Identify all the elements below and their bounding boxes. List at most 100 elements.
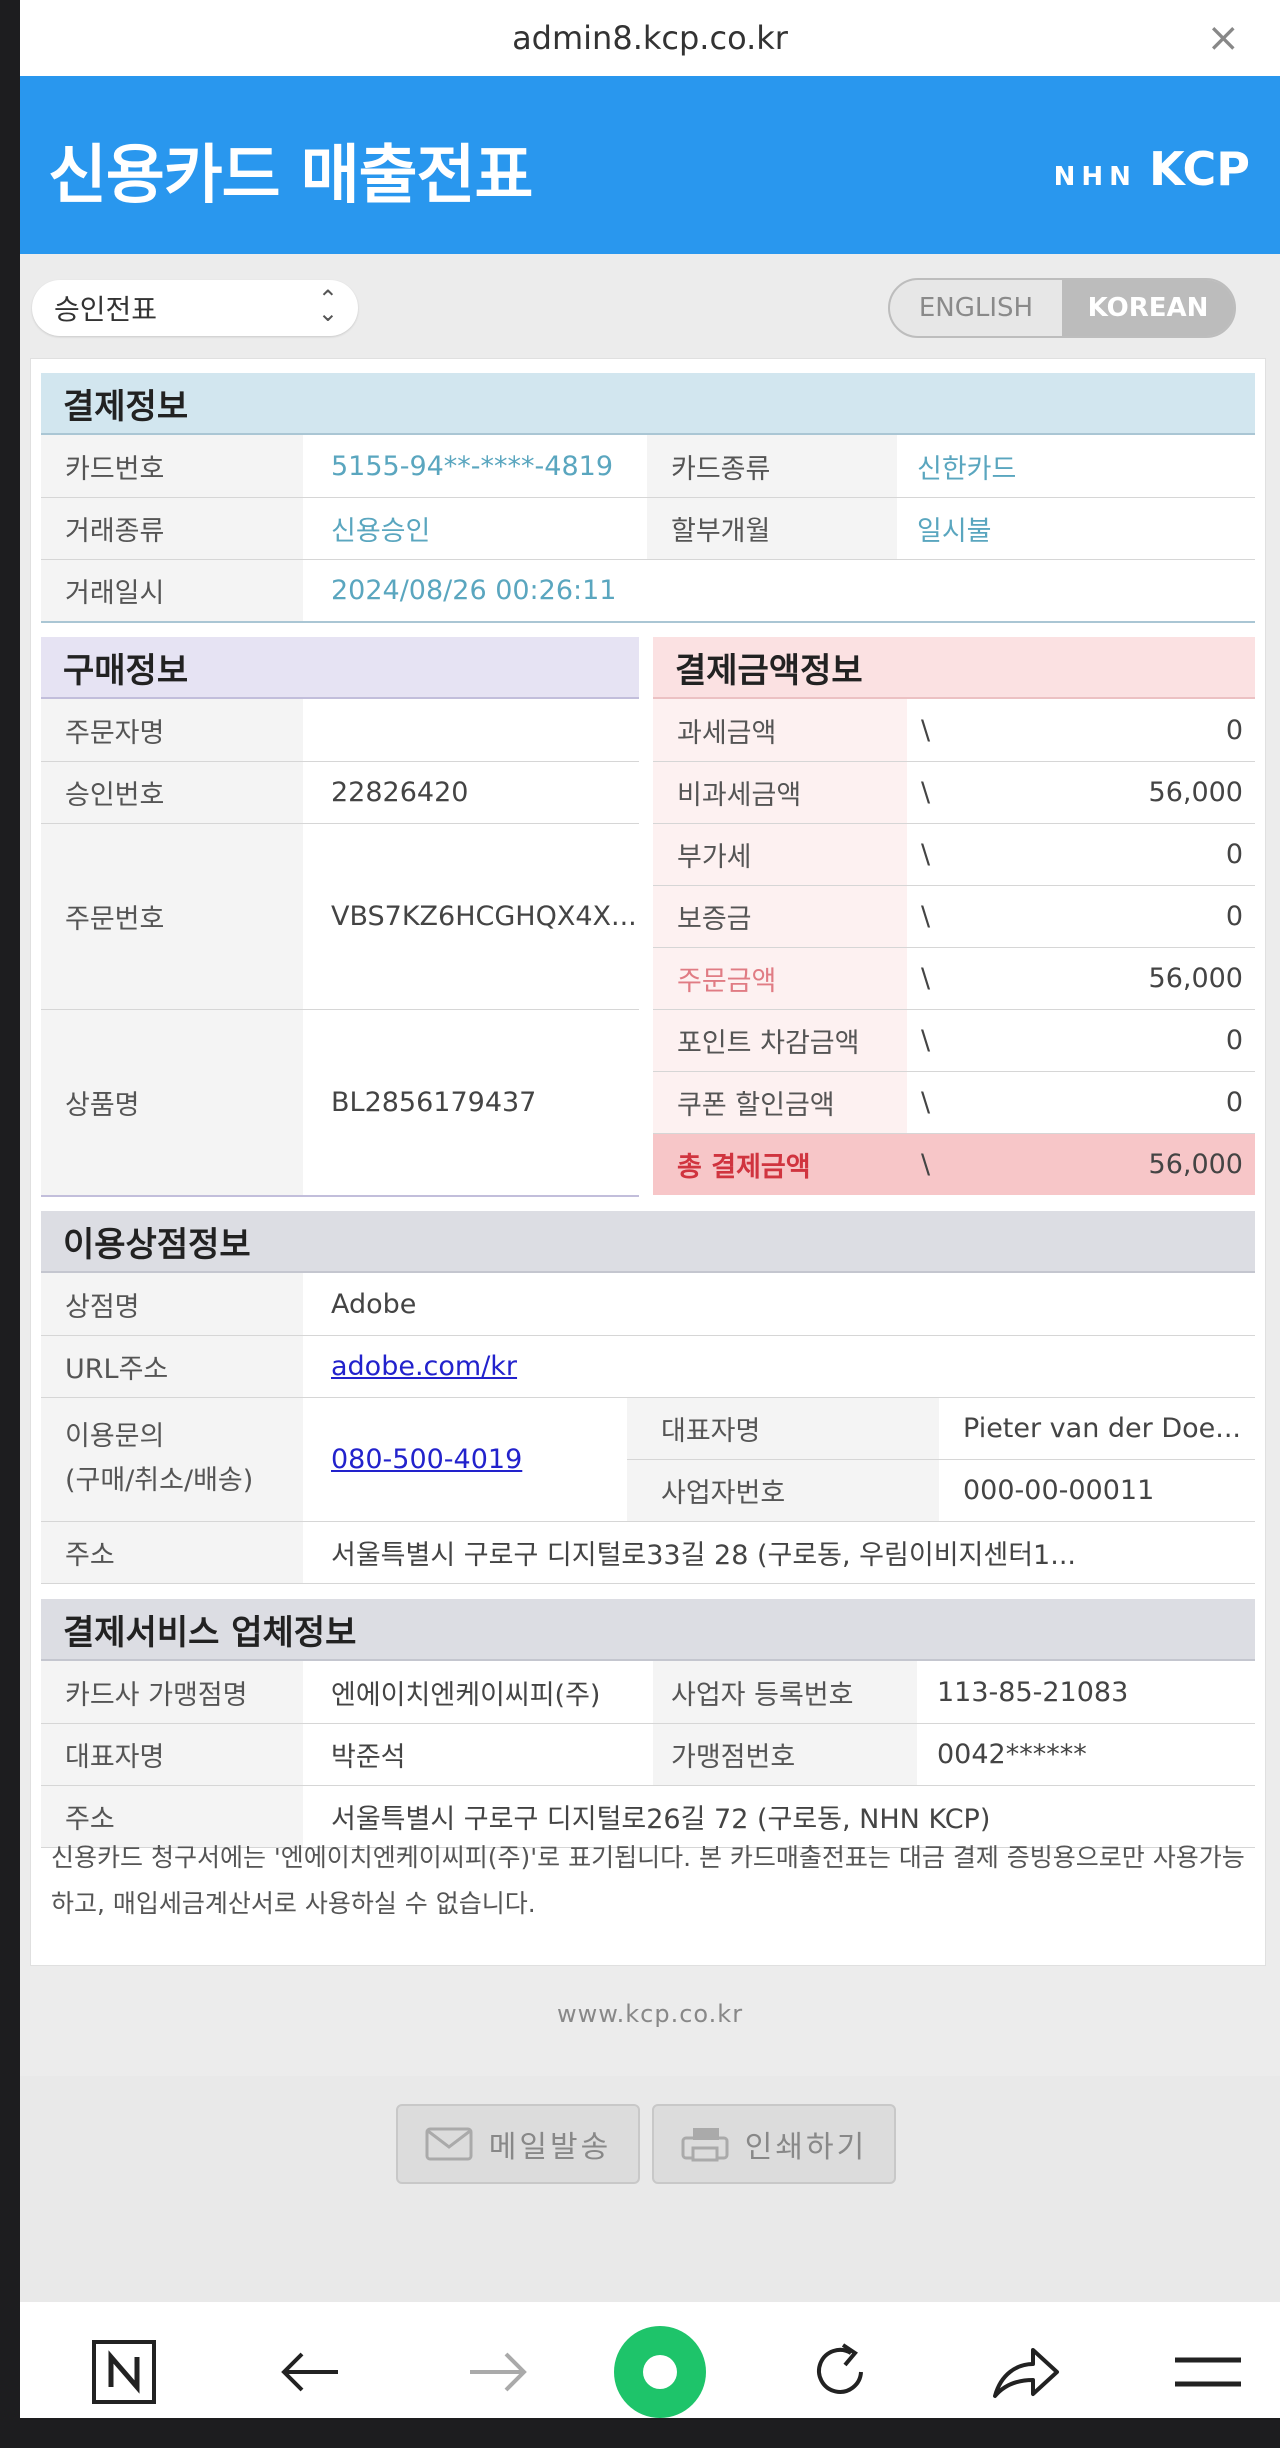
brand-logo: NHN KCP: [1054, 142, 1250, 196]
amount-row-value: 0: [1225, 838, 1243, 870]
pg-info-title: 결제서비스 업체정보: [41, 1599, 1255, 1661]
print-label: 인쇄하기: [744, 2130, 868, 2165]
receipt-type-value: 승인전표: [54, 293, 158, 326]
transaction-date-value: 2024/08/26 00:26:11: [331, 574, 617, 606]
url-text: admin8.kcp.co.kr: [512, 19, 788, 57]
ceo-label: 대표자명: [661, 1415, 761, 1447]
pg-merchant-label: 카드사 가맹점명: [65, 1679, 248, 1711]
amount-row-currency: \: [921, 962, 931, 994]
receipt-card: 결제정보 카드번호 5155-94**-****-4819 카드종류 신한카드 …: [30, 358, 1266, 1966]
amount-row-currency: \: [921, 776, 931, 808]
mail-icon: [425, 2127, 473, 2161]
amount-row-currency: \: [921, 1086, 931, 1118]
buyer-name-label: 주문자명: [65, 717, 165, 749]
pg-ceo-value: 박준석: [331, 1741, 406, 1773]
business-number-value: 000-00-00011: [963, 1474, 1155, 1506]
forward-arrow-icon[interactable]: [458, 2332, 538, 2412]
transaction-date-label: 거래일시: [65, 577, 165, 609]
contact-label: 이용문의 (구매/취소/배송): [65, 1397, 253, 1521]
updown-chevron-icon: ⌃ ⌄: [317, 285, 338, 327]
amount-row-label: 보증금: [677, 903, 752, 935]
window-edge: [0, 0, 20, 2448]
transaction-type-value: 신용승인: [331, 515, 431, 547]
total-currency: \: [921, 1148, 931, 1180]
send-mail-button[interactable]: 메일발송: [396, 2104, 640, 2184]
receipt-type-select[interactable]: 승인전표 ⌃ ⌄: [32, 280, 358, 336]
lang-korean-button[interactable]: KOREAN: [1062, 280, 1234, 336]
amount-row-value: 56,000: [1148, 962, 1243, 994]
bottom-edge: [0, 2418, 1280, 2448]
payment-info-title: 결제정보: [41, 373, 1255, 435]
close-icon[interactable]: ×: [1206, 14, 1240, 62]
purchase-info-title: 구매정보: [41, 637, 639, 699]
amount-row-label: 쿠폰 할인금액: [677, 1089, 835, 1121]
url-bar[interactable]: admin8.kcp.co.kr ×: [20, 0, 1280, 76]
amount-row-label: 부가세: [677, 841, 752, 873]
total-amount-value: 56,000: [1148, 1148, 1243, 1180]
installment-label: 할부개월: [671, 515, 771, 547]
language-toggle: ENGLISH KOREAN: [888, 278, 1236, 338]
merchant-address-label: 주소: [65, 1539, 115, 1571]
transaction-type-label: 거래종류: [65, 515, 165, 547]
amount-row-label: 비과세금액: [677, 779, 802, 811]
browser-frame: admin8.kcp.co.kr × 신용카드 매출전표 NHN KCP 승인전…: [20, 0, 1280, 2448]
menu-icon[interactable]: [1168, 2332, 1248, 2412]
card-type-value: 신한카드: [917, 453, 1017, 485]
shop-url-link[interactable]: adobe.com/kr: [331, 1351, 517, 1382]
naver-home-icon[interactable]: [84, 2332, 164, 2412]
order-number-label: 주문번호: [65, 903, 165, 935]
product-name-value: BL2856179437: [331, 1086, 537, 1118]
page-title: 신용카드 매출전표: [48, 139, 533, 213]
page-header: 신용카드 매출전표 NHN KCP: [20, 76, 1280, 254]
amount-row-value: 56,000: [1148, 776, 1243, 808]
approval-number-label: 승인번호: [65, 779, 165, 811]
contact-phone-link[interactable]: 080-500-4019: [331, 1444, 522, 1475]
business-number-label: 사업자번호: [661, 1477, 786, 1509]
card-number-label: 카드번호: [65, 453, 165, 485]
brand-nhn: NHN: [1053, 162, 1137, 192]
shop-name-value: Adobe: [331, 1288, 417, 1320]
order-number-value: VBS7KZ6HCGHQX4X...: [331, 900, 637, 932]
pg-reg-number-label: 사업자 등록번호: [671, 1679, 854, 1711]
pg-store-number-value: 0042******: [937, 1738, 1087, 1770]
green-dot-icon[interactable]: [610, 2322, 710, 2422]
url-label: URL주소: [65, 1353, 169, 1385]
pg-store-number-label: 가맹점번호: [671, 1741, 796, 1773]
amount-row-currency: \: [921, 838, 931, 870]
amount-row-label: 포인트 차감금액: [677, 1027, 860, 1059]
browser-navbar: [20, 2302, 1280, 2422]
amount-row-value: 0: [1225, 714, 1243, 746]
amount-row-currency: \: [921, 1024, 931, 1056]
product-name-label: 상품명: [65, 1089, 140, 1121]
card-type-label: 카드종류: [671, 453, 771, 485]
approval-number-value: 22826420: [331, 776, 469, 808]
installment-value: 일시불: [917, 515, 992, 547]
printer-icon: [681, 2128, 729, 2162]
amount-row-value: 0: [1225, 900, 1243, 932]
brand-kcp: KCP: [1148, 142, 1250, 196]
pg-merchant-value: 엔에이치엔케이씨피(주): [331, 1679, 601, 1711]
amount-row-label: 주문금액: [677, 965, 777, 997]
url-value: adobe.com/kr: [331, 1335, 517, 1397]
merchant-address-value: 서울특별시 구로구 디지털로33길 28 (구로동, 우림이비지센터1...: [331, 1539, 1076, 1571]
notice-text: 신용카드 청구서에는 '엔에이치엔케이씨피(주)'로 표기됩니다. 본 카드매출…: [51, 1843, 1245, 1918]
ceo-value: Pieter van der Doe...: [963, 1412, 1242, 1444]
pg-ceo-label: 대표자명: [65, 1741, 165, 1773]
contact-label-line2: (구매/취소/배송): [65, 1465, 254, 1496]
refresh-icon[interactable]: [800, 2332, 880, 2412]
amount-row-value: 0: [1225, 1024, 1243, 1056]
contact-label-line1: 이용문의: [65, 1421, 165, 1452]
share-icon[interactable]: [986, 2332, 1066, 2412]
total-amount-label: 총 결제금액: [677, 1151, 811, 1183]
lang-english-button[interactable]: ENGLISH: [890, 280, 1062, 336]
amount-row-value: 0: [1225, 1086, 1243, 1118]
amount-row-label: 과세금액: [677, 717, 777, 749]
back-arrow-icon[interactable]: [270, 2332, 350, 2412]
print-button[interactable]: 인쇄하기: [652, 2104, 896, 2184]
card-number-value: 5155-94**-****-4819: [331, 450, 614, 482]
send-mail-label: 메일발송: [488, 2130, 612, 2165]
contact-value: 080-500-4019: [331, 1397, 522, 1521]
pg-reg-number-value: 113-85-21083: [937, 1676, 1129, 1708]
merchant-info-title: 이용상점정보: [41, 1211, 1255, 1273]
footer-url: www.kcp.co.kr: [556, 2000, 744, 2028]
